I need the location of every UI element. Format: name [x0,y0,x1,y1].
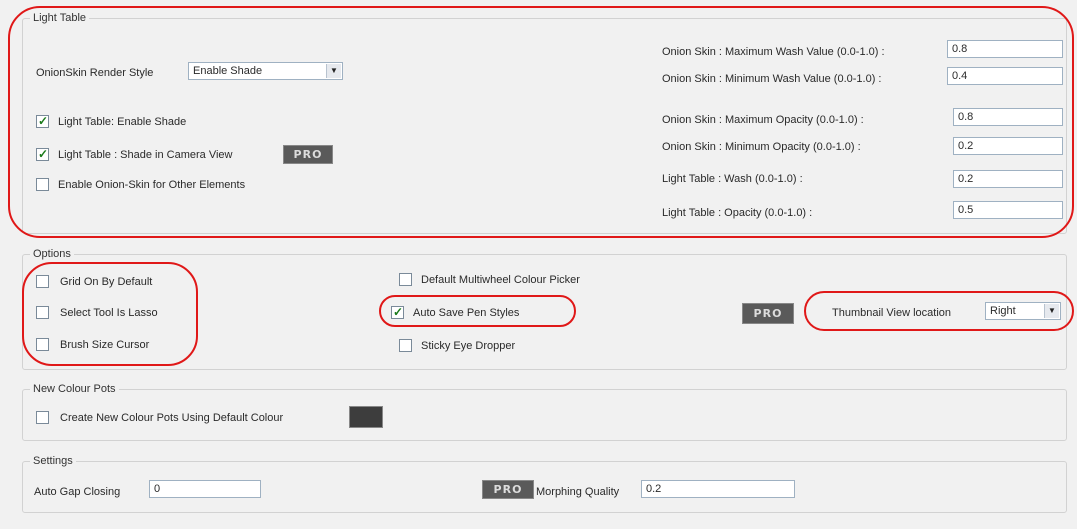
morph-quality-input[interactable] [641,480,795,498]
settings-legend: Settings [30,454,76,468]
gap-closing-label: Auto Gap Closing [34,486,121,498]
lt-wash-input[interactable] [953,170,1063,188]
multiwheel-checkbox[interactable] [399,273,412,286]
thumbnail-label: Thumbnail View location [832,307,952,319]
thumbnail-select[interactable]: Right ▼ [985,302,1061,320]
max-wash-input[interactable] [947,40,1063,58]
lt-opacity-label: Light Table : Opacity (0.0-1.0) : [662,207,813,219]
max-opacity-input[interactable] [953,108,1063,126]
grid-on-checkbox[interactable] [36,275,49,288]
sticky-eye-label: Sticky Eye Dropper [421,340,516,352]
min-opacity-label: Onion Skin : Minimum Opacity (0.0-1.0) : [662,141,861,153]
grid-on-label: Grid On By Default [60,276,153,288]
sticky-eye-checkbox[interactable] [399,339,412,352]
pro-badge: PRO [482,480,534,499]
lt-opacity-input[interactable] [953,201,1063,219]
chevron-down-icon: ▼ [326,64,341,78]
thumbnail-value: Right [990,305,1016,317]
options-legend: Options [30,247,74,261]
select-lasso-checkbox[interactable] [36,306,49,319]
multiwheel-label: Default Multiwheel Colour Picker [421,274,580,286]
min-wash-label: Onion Skin : Minimum Wash Value (0.0-1.0… [662,73,882,85]
brush-cursor-label: Brush Size Cursor [60,339,150,351]
chevron-down-icon: ▼ [1044,304,1059,318]
onion-other-label: Enable Onion-Skin for Other Elements [58,179,246,191]
brush-cursor-checkbox[interactable] [36,338,49,351]
check-icon: ✓ [38,147,49,161]
auto-save-pen-checkbox[interactable]: ✓ [391,305,404,319]
min-wash-input[interactable] [947,67,1063,85]
min-opacity-input[interactable] [953,137,1063,155]
render-style-label: OnionSkin Render Style [36,67,154,79]
pro-badge: PRO [283,145,333,164]
max-opacity-label: Onion Skin : Maximum Opacity (0.0-1.0) : [662,114,864,126]
light-table-legend: Light Table [30,11,90,25]
colour-pots-legend: New Colour Pots [30,382,119,396]
morph-quality-label: Morphing Quality [536,486,620,498]
gap-closing-input[interactable] [149,480,261,498]
max-wash-label: Onion Skin : Maximum Wash Value (0.0-1.0… [662,46,885,58]
default-colour-swatch[interactable] [349,406,383,428]
create-default-checkbox[interactable] [36,411,49,424]
auto-save-pen-label: Auto Save Pen Styles [413,307,520,319]
enable-shade-label: Light Table: Enable Shade [58,116,187,128]
enable-shade-checkbox[interactable]: ✓ [36,114,49,128]
onion-other-checkbox[interactable] [36,178,49,191]
check-icon: ✓ [38,114,49,128]
render-style-select[interactable]: Enable Shade ▼ [188,62,343,80]
shade-camera-checkbox[interactable]: ✓ [36,147,49,161]
shade-camera-label: Light Table : Shade in Camera View [58,149,233,161]
pro-badge: PRO [742,303,794,324]
render-style-value: Enable Shade [193,65,263,77]
create-default-label: Create New Colour Pots Using Default Col… [60,412,284,424]
check-icon: ✓ [393,305,404,319]
select-lasso-label: Select Tool Is Lasso [60,307,158,319]
lt-wash-label: Light Table : Wash (0.0-1.0) : [662,173,803,185]
